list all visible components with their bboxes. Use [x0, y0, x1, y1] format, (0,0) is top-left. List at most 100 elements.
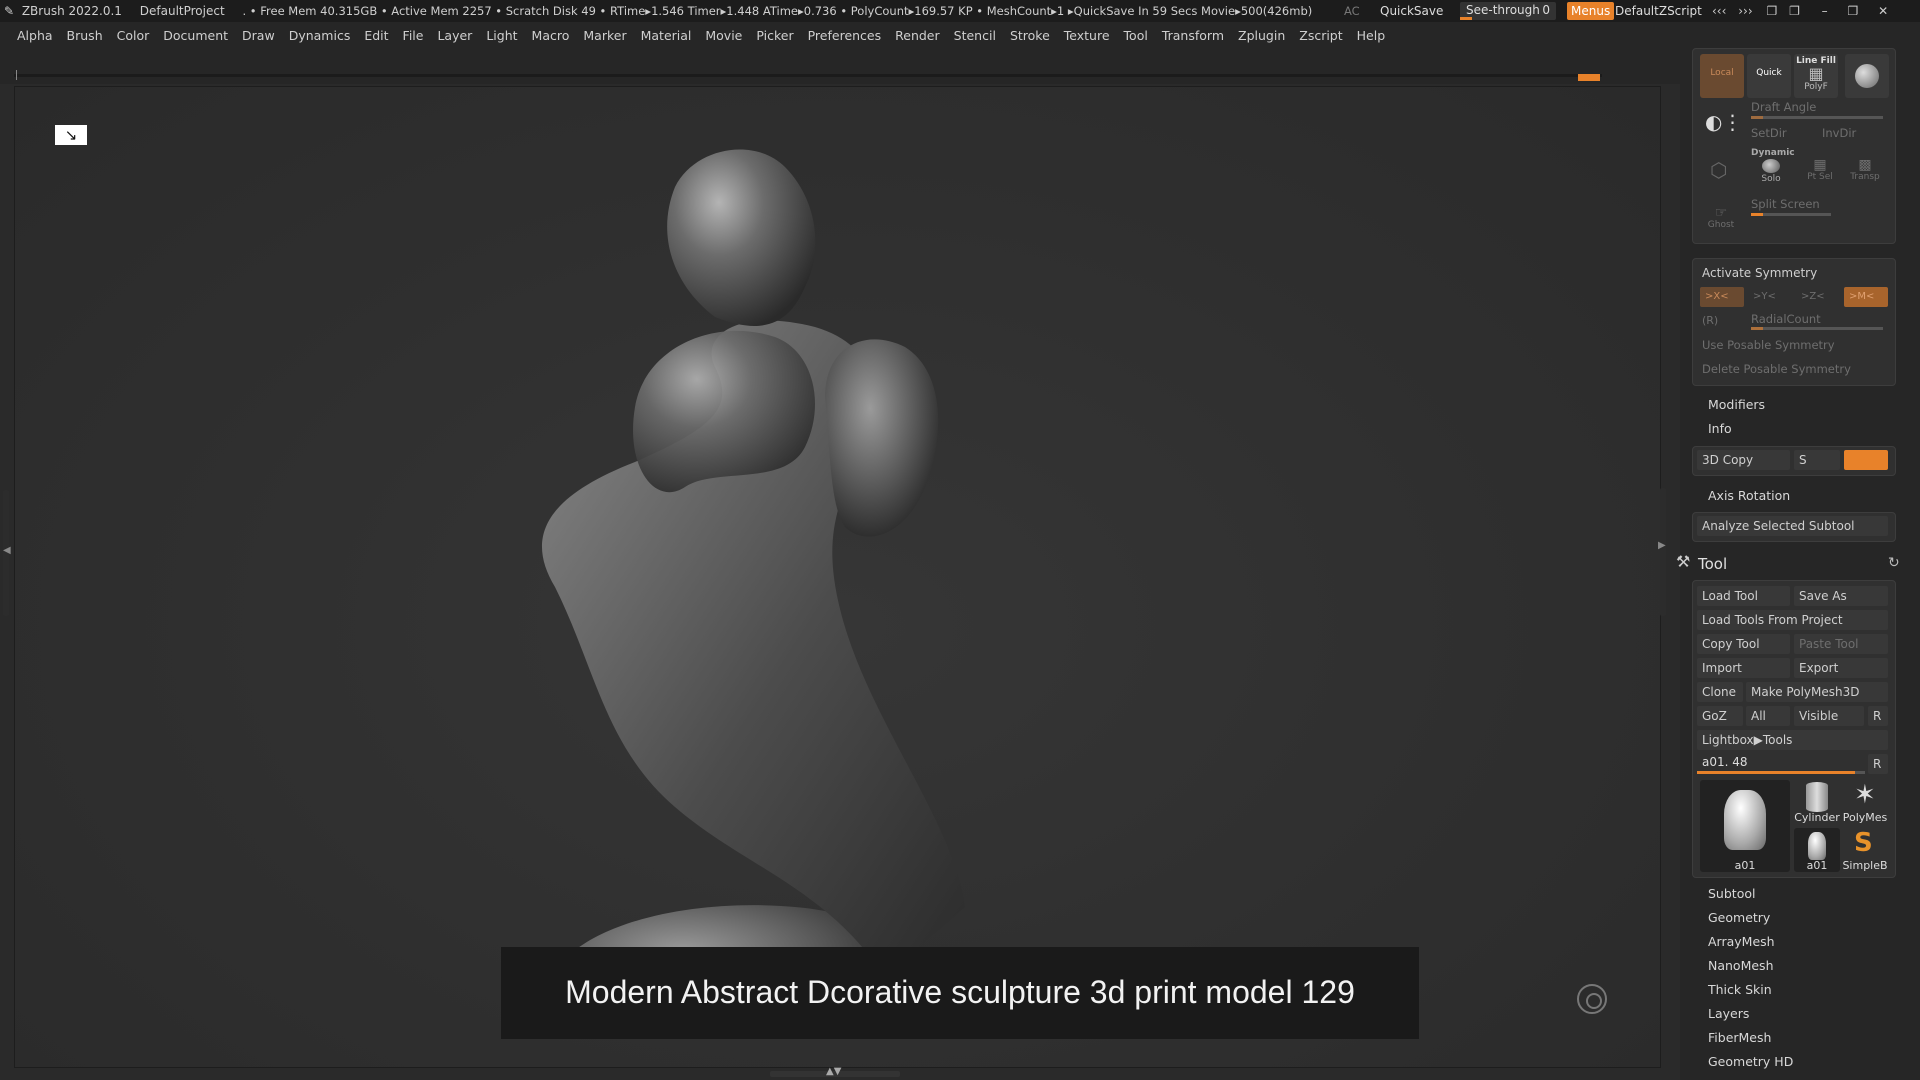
menu-zplugin[interactable]: Zplugin [1231, 22, 1292, 50]
tool-thumb-a01-small[interactable]: a01 [1794, 828, 1840, 872]
radial-r-toggle[interactable]: (R) [1702, 314, 1718, 327]
document-canvas[interactable]: ↘ Modern Abstract Dcorative sculpture 3d… [14, 86, 1661, 1068]
section-fibermesh[interactable]: FiberMesh [1708, 1030, 1771, 1045]
goz-button[interactable]: GoZ [1697, 706, 1743, 726]
right-tray-arrow-icon[interactable]: ▶ [1658, 540, 1666, 551]
see-through-slider[interactable]: See-through 0 [1460, 2, 1556, 20]
bottom-tray-arrow-icon[interactable]: ▲▼ [826, 1066, 841, 1077]
lightbox-tools-button[interactable]: Lightbox▶Tools [1697, 730, 1888, 750]
project-name[interactable]: DefaultProject [140, 0, 225, 22]
clone-button[interactable]: Clone [1697, 682, 1743, 702]
sphere-button[interactable] [1845, 54, 1889, 98]
symmetry-m-button[interactable]: >M< [1844, 287, 1888, 307]
polyf-button[interactable]: Line Fill ▦ PolyF [1794, 54, 1838, 98]
copy3d-button[interactable]: 3D Copy [1697, 450, 1790, 470]
menu-render[interactable]: Render [888, 22, 947, 50]
transp-button[interactable]: ▩ Transp [1845, 158, 1885, 182]
menu-light[interactable]: Light [479, 22, 524, 50]
menu-file[interactable]: File [396, 22, 431, 50]
layout-left-icon[interactable]: ‹‹‹ [1712, 4, 1726, 18]
goz-r-button[interactable]: R [1868, 706, 1888, 726]
goz-all-button[interactable]: All [1746, 706, 1790, 726]
tool-thumb-a01-large[interactable]: a01 [1700, 780, 1790, 872]
section-nanomesh[interactable]: NanoMesh [1708, 958, 1774, 973]
menu-picker[interactable]: Picker [749, 22, 800, 50]
timeline-track[interactable] [14, 74, 1602, 77]
delete-posable-symmetry-button[interactable]: Delete Posable Symmetry [1702, 362, 1851, 376]
menu-dynamics[interactable]: Dynamics [282, 22, 358, 50]
menus-button[interactable]: Menus [1567, 2, 1615, 20]
invdir-button[interactable]: InvDir [1822, 126, 1856, 140]
menu-zscript[interactable]: Zscript [1292, 22, 1349, 50]
menu-preferences[interactable]: Preferences [801, 22, 889, 50]
menu-marker[interactable]: Marker [576, 22, 633, 50]
menu-brush[interactable]: Brush [60, 22, 110, 50]
solo-button[interactable]: Dynamic Solo [1751, 148, 1795, 184]
load-tool-button[interactable]: Load Tool [1697, 586, 1790, 606]
menu-document[interactable]: Document [156, 22, 235, 50]
setdir-button[interactable]: SetDir [1751, 126, 1787, 140]
tool-thumb-simpleb[interactable]: S SimpleB [1842, 828, 1888, 872]
menu-material[interactable]: Material [634, 22, 699, 50]
activate-symmetry-button[interactable]: Activate Symmetry [1702, 266, 1817, 280]
make-polymesh3d-button[interactable]: Make PolyMesh3D [1746, 682, 1888, 702]
quick-button[interactable]: Quick [1747, 54, 1791, 98]
menu-stroke[interactable]: Stroke [1003, 22, 1057, 50]
section-thick-skin[interactable]: Thick Skin [1708, 982, 1772, 997]
ghost-button[interactable]: ☞ Ghost [1703, 206, 1739, 230]
contrast-icon[interactable]: ◐⋮ [1705, 110, 1742, 134]
current-tool-r-button[interactable]: R [1868, 754, 1888, 774]
menu-alpha[interactable]: Alpha [10, 22, 60, 50]
ptsel-button[interactable]: ▦ Pt Sel [1800, 158, 1840, 182]
layout-right-icon[interactable]: ››› [1738, 4, 1752, 18]
reset-icon[interactable]: ↻ [1888, 555, 1900, 571]
radial-count-slider[interactable] [1751, 327, 1883, 330]
menu-texture[interactable]: Texture [1057, 22, 1117, 50]
minimize-icon[interactable]: – [1822, 4, 1828, 18]
tool-thumb-cylinder[interactable]: Cylinder [1794, 780, 1840, 824]
axis-rotation-section[interactable]: Axis Rotation [1708, 488, 1790, 503]
split-screen-slider[interactable] [1751, 213, 1831, 216]
current-tool-slider[interactable]: a01. 48 [1697, 752, 1865, 774]
paste-tool-button[interactable]: Paste Tool [1794, 634, 1888, 654]
sculpture-model[interactable] [485, 107, 1105, 1047]
menu-transform[interactable]: Transform [1155, 22, 1231, 50]
menu-macro[interactable]: Macro [525, 22, 577, 50]
symmetry-y-button[interactable]: >Y< [1748, 287, 1792, 307]
copy-tool-button[interactable]: Copy Tool [1697, 634, 1790, 654]
default-zscript-button[interactable]: DefaultZScript [1615, 0, 1702, 22]
copy3d-s-button[interactable]: S [1794, 450, 1840, 470]
save-as-button[interactable]: Save As [1794, 586, 1888, 606]
export-button[interactable]: Export [1794, 658, 1888, 678]
right-tray-handle[interactable] [1660, 488, 1666, 616]
symmetry-z-button[interactable]: >Z< [1796, 287, 1840, 307]
symmetry-x-button[interactable]: >X< [1700, 287, 1744, 307]
info-section[interactable]: Info [1708, 421, 1732, 436]
menu-edit[interactable]: Edit [357, 22, 395, 50]
window-layout-icon[interactable]: ❐ [1766, 4, 1777, 18]
quicksave-button[interactable]: QuickSave [1380, 0, 1443, 22]
section-geometry-hd[interactable]: Geometry HD [1708, 1054, 1793, 1069]
restore-icon[interactable]: ❐ [1847, 4, 1858, 18]
menu-stencil[interactable]: Stencil [947, 22, 1003, 50]
menu-draw[interactable]: Draw [235, 22, 282, 50]
menu-color[interactable]: Color [110, 22, 157, 50]
close-icon[interactable]: ✕ [1878, 4, 1888, 18]
menu-help[interactable]: Help [1350, 22, 1393, 50]
use-posable-symmetry-button[interactable]: Use Posable Symmetry [1702, 338, 1835, 352]
cube-icon[interactable]: ⬡ [1710, 158, 1727, 182]
tool-palette-title[interactable]: Tool [1698, 555, 1727, 573]
copy3d-slider[interactable] [1844, 450, 1888, 470]
menu-layer[interactable]: Layer [430, 22, 479, 50]
section-arraymesh[interactable]: ArrayMesh [1708, 934, 1775, 949]
section-layers[interactable]: Layers [1708, 1006, 1749, 1021]
left-tray-arrow-icon[interactable]: ◀ [3, 545, 11, 556]
analyze-selected-subtool-button[interactable]: Analyze Selected Subtool [1697, 516, 1888, 536]
import-button[interactable]: Import [1697, 658, 1790, 678]
navigation-rotate-icon[interactable] [1577, 984, 1607, 1014]
section-subtool[interactable]: Subtool [1708, 886, 1755, 901]
goz-visible-button[interactable]: Visible [1794, 706, 1864, 726]
local-button[interactable]: Local [1700, 54, 1744, 98]
draft-angle-slider[interactable] [1751, 116, 1883, 119]
menu-movie[interactable]: Movie [698, 22, 749, 50]
